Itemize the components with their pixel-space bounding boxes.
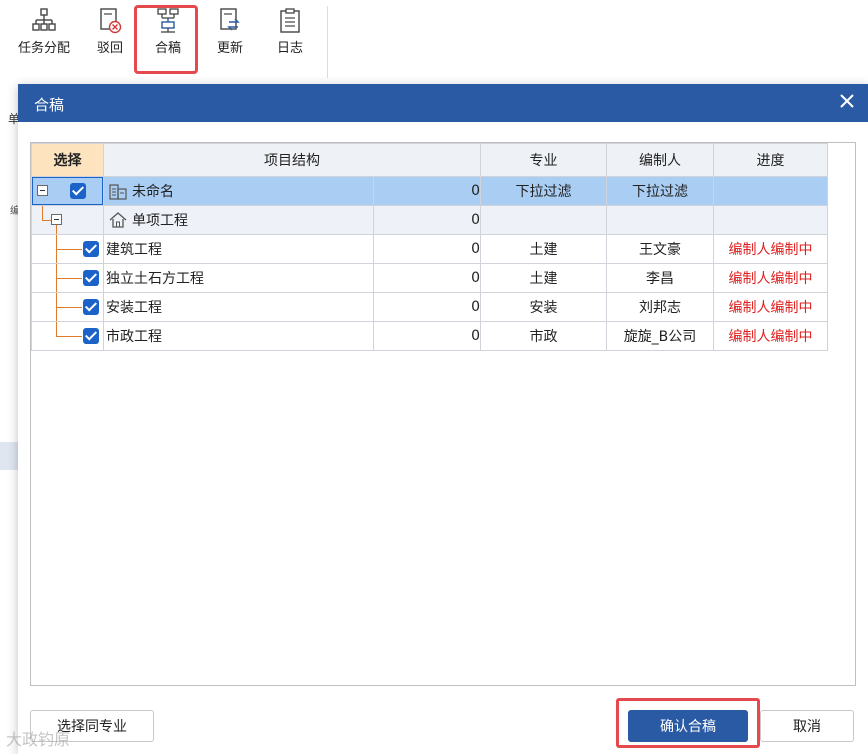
editor-cell: 李昌 — [606, 263, 714, 293]
editor-cell: 刘邦志 — [606, 292, 714, 322]
major-cell: 安装 — [480, 292, 607, 322]
home-icon — [109, 212, 127, 228]
close-icon[interactable] — [836, 90, 858, 112]
value-cell: 0 — [373, 321, 481, 351]
project-structure-grid: 选择 项目结构 专业 编制人 进度 未命名 0 下拉过滤 下拉过滤 单项工程 0… — [30, 142, 856, 686]
select-cell[interactable] — [31, 176, 104, 206]
refresh-icon — [220, 8, 240, 31]
progress-cell — [713, 176, 828, 206]
checkbox-checked-icon[interactable] — [83, 241, 99, 257]
table-row[interactable]: 市政工程 0 市政 旋旋_B公司 编制人编制中 — [31, 321, 828, 351]
table-row[interactable]: 独立土石方工程 0 土建 李昌 编制人编制中 — [31, 263, 828, 293]
progress-cell — [713, 205, 828, 235]
column-header-structure[interactable]: 项目结构 — [103, 143, 481, 177]
checkbox-checked-icon[interactable] — [70, 183, 86, 199]
log-button[interactable]: 日志 — [270, 8, 310, 66]
toolbar-separator — [327, 6, 328, 78]
org-chart-icon — [32, 8, 56, 31]
background-selected-band — [0, 442, 18, 470]
value-cell: 0 — [373, 263, 481, 293]
progress-cell: 编制人编制中 — [713, 263, 828, 293]
select-cell[interactable] — [31, 263, 104, 293]
collapse-toggle-icon[interactable] — [37, 185, 48, 196]
dialog-title: 合稿 — [34, 96, 65, 114]
cancel-button[interactable]: 取消 — [760, 710, 854, 742]
table-row[interactable]: 单项工程 0 — [31, 205, 828, 235]
structure-name: 市政工程 — [106, 329, 162, 345]
watermark: 大政钓原 — [6, 730, 71, 749]
column-header-select[interactable]: 选择 — [31, 143, 104, 177]
structure-name-cell: 安装工程 — [103, 292, 374, 322]
reject-button[interactable]: 驳回 — [90, 8, 130, 66]
structure-name-cell: 建筑工程 — [103, 234, 374, 264]
structure-name: 安装工程 — [106, 300, 162, 316]
major-cell: 土建 — [480, 263, 607, 293]
major-cell — [480, 205, 607, 235]
grid-table: 选择 项目结构 专业 编制人 进度 未命名 0 下拉过滤 下拉过滤 单项工程 0… — [31, 143, 828, 351]
structure-name: 独立土石方工程 — [106, 271, 204, 287]
progress-cell: 编制人编制中 — [713, 321, 828, 351]
building-icon — [109, 184, 127, 200]
checkbox-checked-icon[interactable] — [83, 270, 99, 286]
select-cell[interactable] — [31, 205, 104, 235]
structure-name: 单项工程 — [132, 213, 188, 229]
merge-dialog: 合稿 选择 项目结构 专业 编制人 进度 未命名 0 下拉过滤 下拉过滤 单项工… — [18, 84, 868, 754]
progress-cell: 编制人编制中 — [713, 292, 828, 322]
editor-cell — [606, 205, 714, 235]
value-cell: 0 — [373, 205, 481, 235]
major-cell: 土建 — [480, 234, 607, 264]
task-assign-button[interactable]: 任务分配 — [12, 8, 76, 66]
editor-cell: 王文豪 — [606, 234, 714, 264]
structure-name-cell: 未命名 — [103, 176, 374, 206]
progress-cell: 编制人编制中 — [713, 234, 828, 264]
column-header-major[interactable]: 专业 — [480, 143, 607, 177]
select-cell[interactable] — [31, 292, 104, 322]
dialog-titlebar: 合稿 — [18, 84, 868, 122]
collapse-toggle-icon[interactable] — [51, 214, 62, 225]
grid-header-row: 选择 项目结构 专业 编制人 进度 — [31, 143, 828, 177]
major-filter-dropdown[interactable]: 下拉过滤 — [480, 176, 607, 206]
select-cell[interactable] — [31, 234, 104, 264]
task-assign-label: 任务分配 — [17, 41, 70, 56]
value-cell: 0 — [373, 292, 481, 322]
table-row[interactable]: 安装工程 0 安装 刘邦志 编制人编制中 — [31, 292, 828, 322]
table-row[interactable]: 未命名 0 下拉过滤 下拉过滤 — [31, 176, 828, 206]
toolbar: 任务分配 驳回 合稿 更新 日志 — [0, 0, 868, 85]
structure-name: 未命名 — [132, 184, 174, 200]
reject-label: 驳回 — [96, 41, 123, 56]
checkbox-checked-icon[interactable] — [83, 299, 99, 315]
log-clipboard-icon — [280, 8, 300, 33]
structure-name-cell: 单项工程 — [103, 205, 374, 235]
update-button[interactable]: 更新 — [210, 8, 250, 66]
update-label: 更新 — [216, 41, 243, 56]
column-header-editor[interactable]: 编制人 — [606, 143, 714, 177]
editor-filter-dropdown[interactable]: 下拉过滤 — [606, 176, 714, 206]
reject-document-icon — [100, 8, 122, 34]
merge-button-highlight — [134, 5, 198, 74]
column-header-progress[interactable]: 进度 — [713, 143, 828, 177]
select-cell[interactable] — [31, 321, 104, 351]
structure-name-cell: 市政工程 — [103, 321, 374, 351]
structure-name: 建筑工程 — [106, 242, 162, 258]
major-cell: 市政 — [480, 321, 607, 351]
value-cell: 0 — [373, 176, 481, 206]
log-label: 日志 — [276, 41, 303, 56]
background-panel: 单 编 — [0, 84, 20, 754]
value-cell: 0 — [373, 234, 481, 264]
checkbox-checked-icon[interactable] — [83, 328, 99, 344]
editor-cell: 旋旋_B公司 — [606, 321, 714, 351]
confirm-button-highlight — [616, 698, 760, 748]
structure-name-cell: 独立土石方工程 — [103, 263, 374, 293]
table-row[interactable]: 建筑工程 0 土建 王文豪 编制人编制中 — [31, 234, 828, 264]
